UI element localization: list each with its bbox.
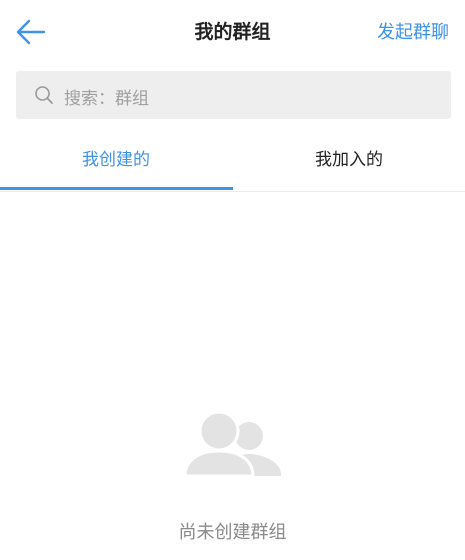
tab-joined[interactable]: 我加入的: [233, 130, 465, 191]
start-group-chat-button[interactable]: 发起群聊: [377, 18, 449, 44]
search-input[interactable]: 搜索：群组: [16, 71, 451, 119]
tab-created[interactable]: 我创建的: [0, 130, 232, 191]
empty-state-message: 尚未创建群组: [178, 522, 287, 543]
search-icon: [35, 86, 53, 104]
search-placeholder: 搜索：群组: [64, 89, 149, 109]
tab-bar: 我创建的 我加入的: [0, 130, 465, 192]
active-tab-indicator: [0, 187, 233, 190]
top-bar: 我的群组 发起群聊: [0, 0, 465, 62]
group-users-icon: [183, 410, 281, 476]
